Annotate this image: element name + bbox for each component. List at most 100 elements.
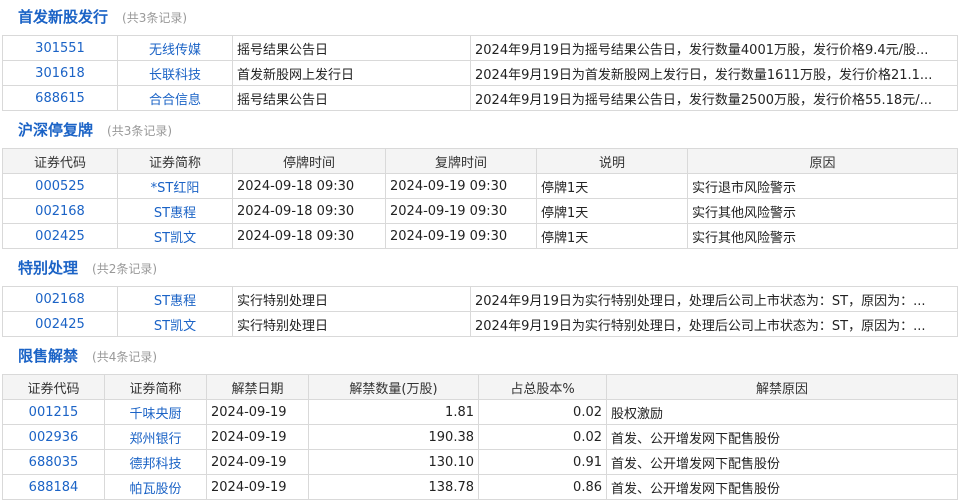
event-detail: 2024年9月19日为摇号结果公告日，发行数量2500万股，发行价格55.18元… <box>470 85 958 111</box>
section-title-text: 首发新股发行 <box>18 8 109 26</box>
column-header: 解禁数量(万股) <box>308 374 479 400</box>
suspend-time: 2024-09-18 09:30 <box>232 173 386 199</box>
event-type: 摇号结果公告日 <box>232 35 471 61</box>
table-row: 688035 德邦科技 2024-09-19 130.10 0.91 首发、公开… <box>2 449 958 475</box>
stock-code-link[interactable]: 001215 <box>2 399 105 425</box>
stock-code-link[interactable]: 301551 <box>2 35 118 61</box>
stock-code-link[interactable]: 002936 <box>2 424 105 450</box>
event-type: 首发新股网上发行日 <box>232 60 471 86</box>
column-header: 原因 <box>687 148 958 174</box>
stock-name-link[interactable]: 千味央厨 <box>104 399 207 425</box>
resume-time: 2024-09-19 09:30 <box>385 223 537 249</box>
stock-name-link[interactable]: 德邦科技 <box>104 449 207 475</box>
table-row: 688184 帕瓦股份 2024-09-19 138.78 0.86 首发、公开… <box>2 474 958 500</box>
stock-name-link[interactable]: 合合信息 <box>117 85 233 111</box>
stock-name-link[interactable]: ST惠程 <box>117 198 233 224</box>
share-percent: 0.86 <box>478 474 607 500</box>
section-title-text: 沪深停复牌 <box>18 121 94 139</box>
stock-name-link[interactable]: 郑州银行 <box>104 424 207 450</box>
section-title-text: 特别处理 <box>18 259 79 277</box>
share-percent: 0.02 <box>478 424 607 450</box>
unlock-date: 2024-09-19 <box>206 449 309 475</box>
column-header: 解禁日期 <box>206 374 309 400</box>
unlock-reason: 股权激励 <box>606 399 958 425</box>
suspension-table: 证券代码 证券简称 停牌时间 复牌时间 说明 原因 000525 *ST红阳 2… <box>2 148 958 249</box>
table-row: 000525 *ST红阳 2024-09-18 09:30 2024-09-19… <box>2 173 958 199</box>
column-header: 停牌时间 <box>232 148 386 174</box>
stock-code-link[interactable]: 002168 <box>2 286 118 312</box>
unlock-date: 2024-09-19 <box>206 474 309 500</box>
column-header: 证券代码 <box>2 148 118 174</box>
event-type: 实行特别处理日 <box>232 311 471 337</box>
stock-code-link[interactable]: 002168 <box>2 198 118 224</box>
stock-code-link[interactable]: 301618 <box>2 60 118 86</box>
section-title-suspension: 沪深停复牌 (共3条记录) <box>18 119 172 141</box>
event-detail: 2024年9月19日为实行特别处理日，处理后公司上市状态为：ST，原因为：... <box>470 286 958 312</box>
share-percent: 0.91 <box>478 449 607 475</box>
stock-code-link[interactable]: 688035 <box>2 449 105 475</box>
unlock-reason: 首发、公开增发网下配售股份 <box>606 474 958 500</box>
reason: 实行其他风险警示 <box>687 223 958 249</box>
column-header: 证券简称 <box>117 148 233 174</box>
table-row: 301551 无线传媒 摇号结果公告日 2024年9月19日为摇号结果公告日，发… <box>2 35 958 61</box>
column-header: 解禁原因 <box>606 374 958 400</box>
stock-name-link[interactable]: *ST红阳 <box>117 173 233 199</box>
table-row: 001215 千味央厨 2024-09-19 1.81 0.02 股权激励 <box>2 399 958 425</box>
special-treatment-table: 002168 ST惠程 实行特别处理日 2024年9月19日为实行特别处理日，处… <box>2 286 958 337</box>
stock-name-link[interactable]: 无线传媒 <box>117 35 233 61</box>
note: 停牌1天 <box>536 198 688 224</box>
note: 停牌1天 <box>536 173 688 199</box>
event-type: 实行特别处理日 <box>232 286 471 312</box>
table-row: 002168 ST惠程 2024-09-18 09:30 2024-09-19 … <box>2 198 958 224</box>
stock-name-link[interactable]: 长联科技 <box>117 60 233 86</box>
unlock-reason: 首发、公开增发网下配售股份 <box>606 449 958 475</box>
table-header-row: 证券代码 证券简称 停牌时间 复牌时间 说明 原因 <box>2 148 958 174</box>
unlock-reason: 首发、公开增发网下配售股份 <box>606 424 958 450</box>
unlock-quantity: 190.38 <box>308 424 479 450</box>
column-header: 复牌时间 <box>385 148 537 174</box>
ipo-table: 301551 无线传媒 摇号结果公告日 2024年9月19日为摇号结果公告日，发… <box>2 35 958 111</box>
unlock-quantity: 130.10 <box>308 449 479 475</box>
unlock-date: 2024-09-19 <box>206 399 309 425</box>
record-count: (共2条记录) <box>92 262 158 276</box>
note: 停牌1天 <box>536 223 688 249</box>
stock-code-link[interactable]: 688184 <box>2 474 105 500</box>
stock-name-link[interactable]: ST凯文 <box>117 223 233 249</box>
reason: 实行退市风险警示 <box>687 173 958 199</box>
event-detail: 2024年9月19日为实行特别处理日，处理后公司上市状态为：ST，原因为：... <box>470 311 958 337</box>
stock-code-link[interactable]: 002425 <box>2 311 118 337</box>
resume-time: 2024-09-19 09:30 <box>385 173 537 199</box>
suspend-time: 2024-09-18 09:30 <box>232 198 386 224</box>
table-row: 002168 ST惠程 实行特别处理日 2024年9月19日为实行特别处理日，处… <box>2 286 958 312</box>
stock-code-link[interactable]: 688615 <box>2 85 118 111</box>
stock-name-link[interactable]: ST惠程 <box>117 286 233 312</box>
stock-name-link[interactable]: ST凯文 <box>117 311 233 337</box>
table-row: 002425 ST凯文 2024-09-18 09:30 2024-09-19 … <box>2 223 958 249</box>
section-title-ipo: 首发新股发行 (共3条记录) <box>18 6 187 28</box>
unlock-quantity: 1.81 <box>308 399 479 425</box>
table-row: 002425 ST凯文 实行特别处理日 2024年9月19日为实行特别处理日，处… <box>2 311 958 337</box>
event-type: 摇号结果公告日 <box>232 85 471 111</box>
column-header: 证券代码 <box>2 374 105 400</box>
stock-code-link[interactable]: 002425 <box>2 223 118 249</box>
record-count: (共3条记录) <box>122 11 188 25</box>
table-row: 301618 长联科技 首发新股网上发行日 2024年9月19日为首发新股网上发… <box>2 60 958 86</box>
table-row: 688615 合合信息 摇号结果公告日 2024年9月19日为摇号结果公告日，发… <box>2 85 958 111</box>
suspend-time: 2024-09-18 09:30 <box>232 223 386 249</box>
table-header-row: 证券代码 证券简称 解禁日期 解禁数量(万股) 占总股本% 解禁原因 <box>2 374 958 400</box>
reason: 实行其他风险警示 <box>687 198 958 224</box>
section-title-special-treatment: 特别处理 (共2条记录) <box>18 257 157 279</box>
share-percent: 0.02 <box>478 399 607 425</box>
column-header: 说明 <box>536 148 688 174</box>
stock-name-link[interactable]: 帕瓦股份 <box>104 474 207 500</box>
record-count: (共3条记录) <box>107 124 173 138</box>
unlock-quantity: 138.78 <box>308 474 479 500</box>
stock-code-link[interactable]: 000525 <box>2 173 118 199</box>
resume-time: 2024-09-19 09:30 <box>385 198 537 224</box>
column-header: 证券简称 <box>104 374 207 400</box>
event-detail: 2024年9月19日为摇号结果公告日，发行数量4001万股，发行价格9.4元/股… <box>470 35 958 61</box>
record-count: (共4条记录) <box>92 350 158 364</box>
section-title-text: 限售解禁 <box>18 347 79 365</box>
section-title-lockup-expiry: 限售解禁 (共4条记录) <box>18 345 157 367</box>
event-detail: 2024年9月19日为首发新股网上发行日，发行数量1611万股，发行价格21.1… <box>470 60 958 86</box>
